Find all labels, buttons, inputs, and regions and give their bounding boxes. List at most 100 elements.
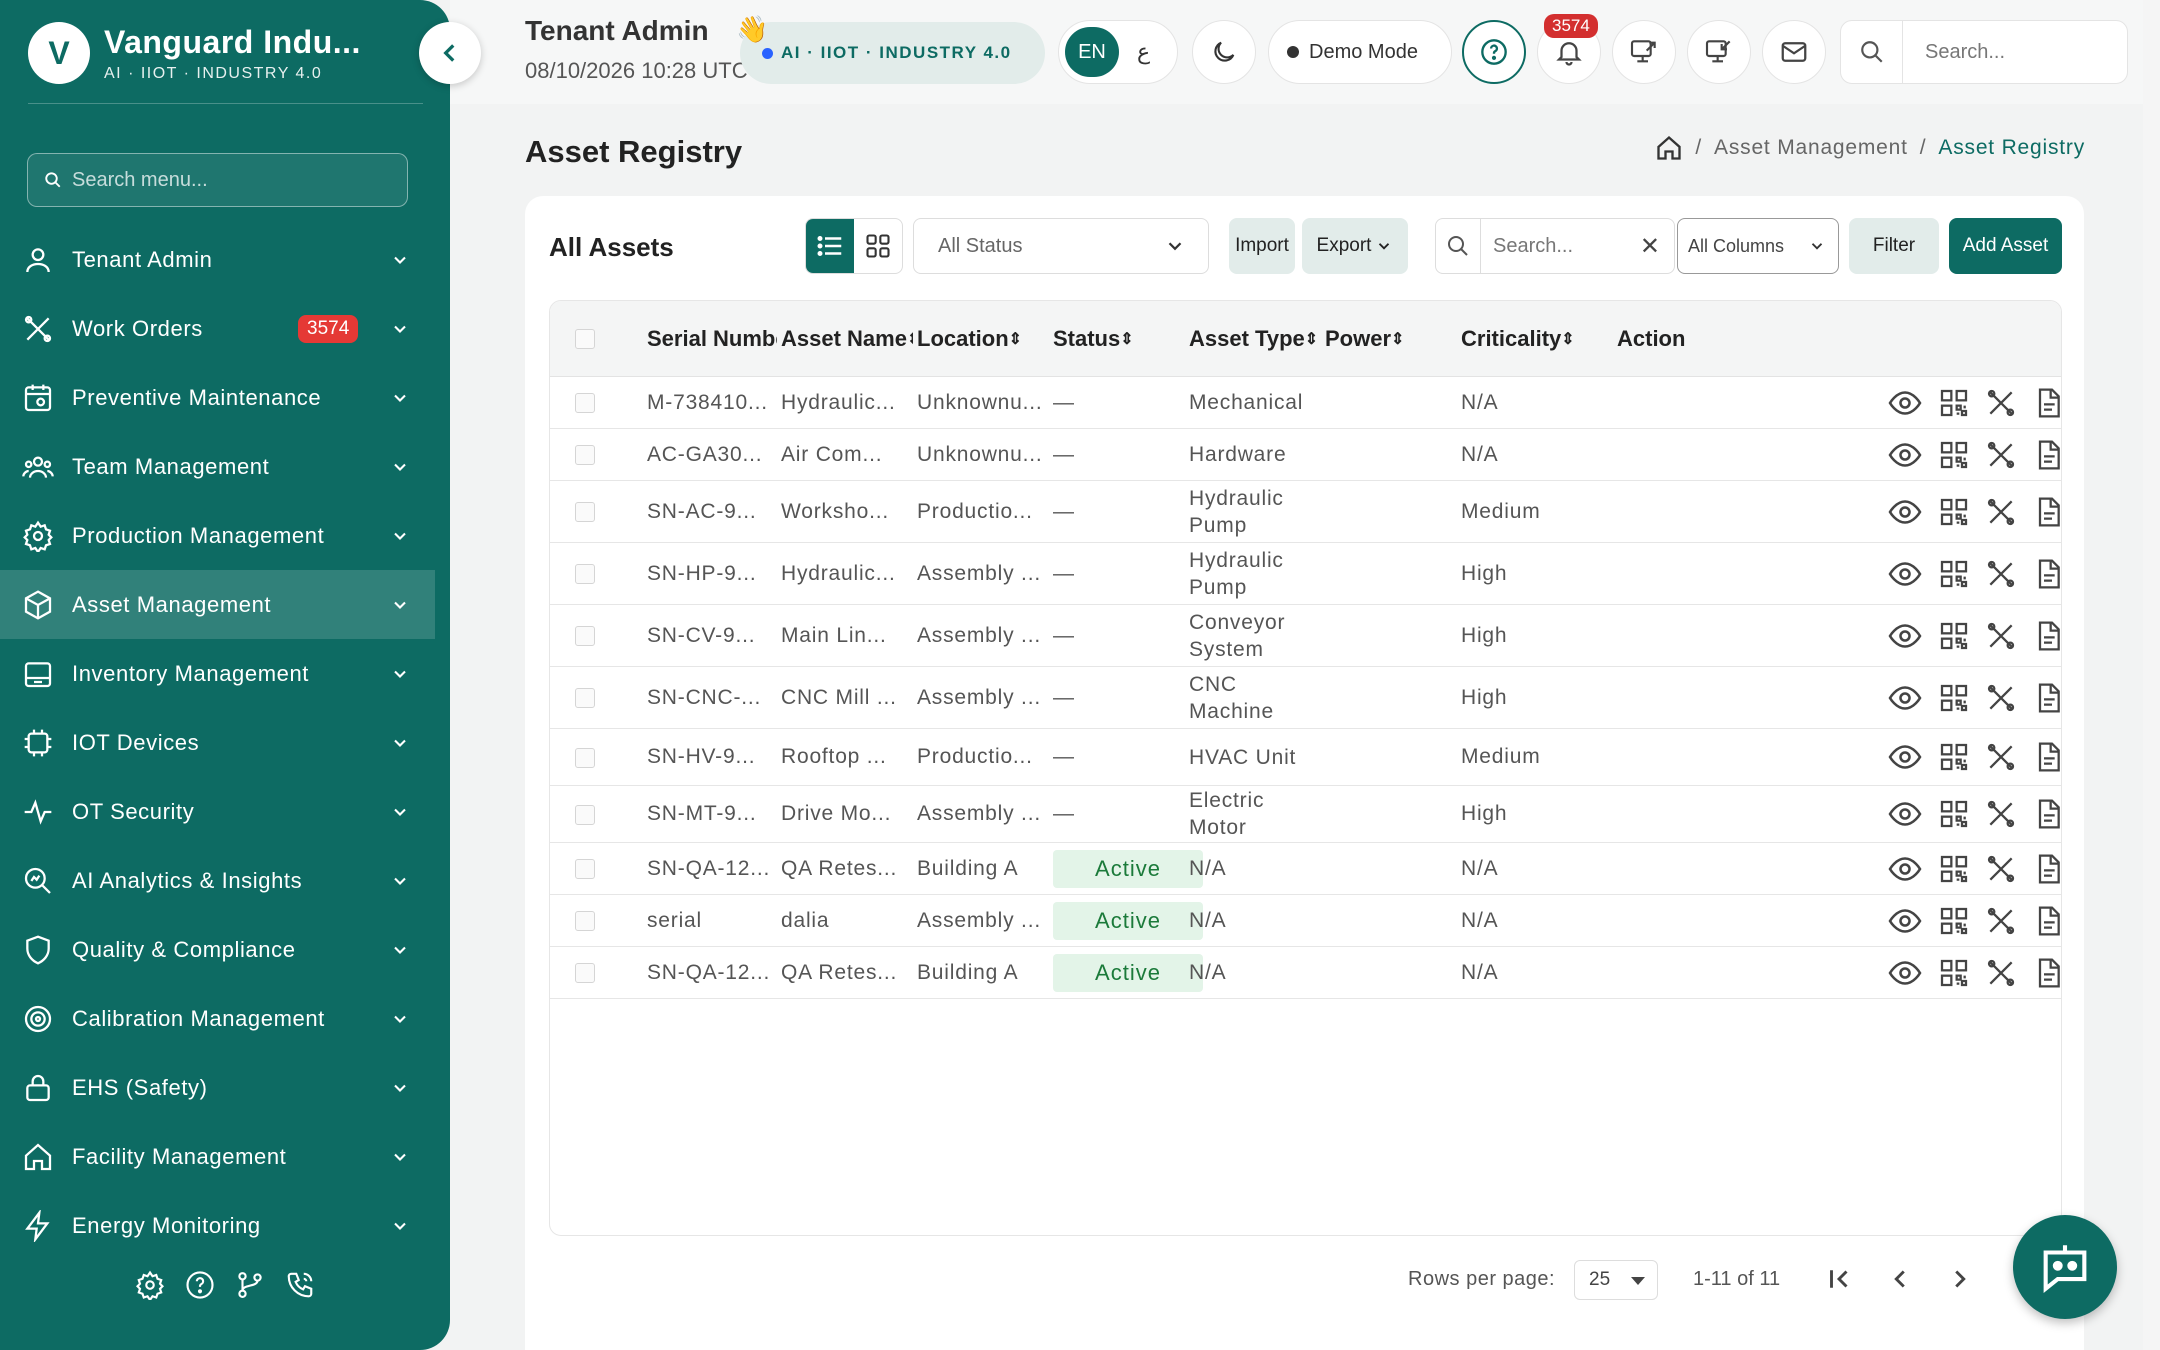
phone-icon[interactable] [285, 1270, 315, 1300]
table-row[interactable]: SN-QA-12... QA Retes... Building A Active N/… [550, 843, 2061, 895]
messages-button[interactable] [1762, 20, 1826, 84]
prev-page-icon[interactable] [1885, 1264, 1915, 1294]
lang-ar-button[interactable]: ع [1137, 39, 1150, 65]
sort-icon[interactable]: ⇕ [1561, 329, 1574, 349]
sidebar-item-inventory-management[interactable]: Inventory Management [0, 639, 435, 708]
table-row[interactable]: M-738410... Hydraulic... Unknownu... — Mecha… [550, 377, 2061, 429]
sort-icon[interactable]: ⇕ [1009, 329, 1022, 349]
document-icon[interactable] [2032, 682, 2062, 714]
sidebar-item-ehs-safety[interactable]: EHS (Safety) [0, 1053, 435, 1122]
eye-icon[interactable] [1887, 437, 1923, 473]
sort-icon[interactable]: ⇕ [1305, 329, 1318, 349]
row-checkbox[interactable] [575, 911, 595, 931]
tools-icon[interactable] [1985, 620, 2017, 652]
language-toggle[interactable]: EN ع [1058, 20, 1178, 84]
document-icon[interactable] [2032, 957, 2062, 989]
row-checkbox[interactable] [575, 393, 595, 413]
branch-icon[interactable] [235, 1270, 265, 1300]
row-checkbox[interactable] [575, 963, 595, 983]
eye-icon[interactable] [1887, 618, 1923, 654]
qr-code-icon[interactable] [1938, 620, 1970, 652]
home-icon[interactable] [1655, 134, 1683, 162]
tools-icon[interactable] [1985, 558, 2017, 590]
eye-icon[interactable] [1887, 556, 1923, 592]
table-row[interactable]: SN-HV-9... Rooftop ... Productio... — HVAC U… [550, 729, 2061, 786]
eye-icon[interactable] [1887, 955, 1923, 991]
screen-share-button[interactable] [1612, 20, 1676, 84]
column-header[interactable]: Asset Type ⇕ [1189, 301, 1319, 377]
qr-code-icon[interactable] [1938, 558, 1970, 590]
document-icon[interactable] [2032, 387, 2062, 419]
document-icon[interactable] [2032, 620, 2062, 652]
tools-icon[interactable] [1985, 905, 2017, 937]
columns-select[interactable]: All Columns [1677, 218, 1839, 274]
row-checkbox[interactable] [575, 502, 595, 522]
sidebar-item-facility-management[interactable]: Facility Management [0, 1122, 435, 1191]
document-icon[interactable] [2032, 798, 2062, 830]
table-search-input[interactable]: Search... ✕ [1435, 218, 1675, 274]
tools-icon[interactable] [1985, 957, 2017, 989]
row-checkbox[interactable] [575, 747, 595, 768]
chatbot-button[interactable] [2013, 1215, 2117, 1319]
column-header[interactable]: Serial Numbe [647, 301, 777, 377]
column-header[interactable]: Power ⇕ [1325, 301, 1455, 377]
column-header[interactable]: Asset Name ⇕ [781, 301, 913, 377]
document-icon[interactable] [2032, 496, 2062, 528]
next-page-icon[interactable] [1945, 1264, 1975, 1294]
export-button[interactable]: Export [1302, 218, 1408, 274]
document-icon[interactable] [2032, 741, 2062, 773]
page-scrollbar[interactable] [2143, 0, 2160, 1350]
table-row[interactable]: SN-MT-9... Drive Mo... Assembly ... — Electr… [550, 786, 2061, 843]
rows-per-page-select[interactable]: 25 [1574, 1260, 1658, 1300]
eye-icon[interactable] [1887, 796, 1923, 832]
sort-icon[interactable]: ⇕ [1391, 329, 1404, 349]
qr-code-icon[interactable] [1938, 496, 1970, 528]
column-header[interactable]: Status ⇕ [1053, 301, 1183, 377]
sidebar-item-team-management[interactable]: Team Management [0, 432, 435, 501]
document-icon[interactable] [2032, 558, 2062, 590]
help-button[interactable] [1462, 20, 1526, 84]
table-row[interactable]: SN-QA-12... QA Retes... Building A Active N/… [550, 947, 2061, 999]
eye-icon[interactable] [1887, 680, 1923, 716]
sidebar-item-calibration-management[interactable]: Calibration Management [0, 984, 435, 1053]
sidebar-item-ai-analytics-insights[interactable]: AI Analytics & Insights [0, 846, 435, 915]
qr-code-icon[interactable] [1938, 741, 1970, 773]
sidebar-item-tenant-admin[interactable]: Tenant Admin [0, 225, 435, 294]
help-icon[interactable] [185, 1270, 215, 1300]
table-row[interactable]: SN-AC-9... Worksho... Productio... — Hydraul… [550, 481, 2061, 543]
qr-code-icon[interactable] [1938, 957, 1970, 989]
sidebar-item-asset-management[interactable]: Asset Management [0, 570, 435, 639]
grid-view-button[interactable] [854, 219, 902, 273]
qr-code-icon[interactable] [1938, 798, 1970, 830]
brand[interactable]: V Vanguard Indu... AI · IIOT · INDUSTRY … [28, 22, 361, 84]
theme-toggle-button[interactable] [1192, 20, 1256, 84]
first-page-icon[interactable] [1824, 1264, 1854, 1294]
sidebar-item-quality-compliance[interactable]: Quality & Compliance [0, 915, 435, 984]
eye-icon[interactable] [1887, 851, 1923, 887]
sidebar-item-production-management[interactable]: Production Management [0, 501, 435, 570]
list-view-button[interactable] [806, 219, 854, 273]
lang-en-button[interactable]: EN [1065, 27, 1119, 77]
table-row[interactable]: AC-GA30... Air Com... Unknownu... — Hardware… [550, 429, 2061, 481]
row-checkbox[interactable] [575, 804, 595, 825]
tools-icon[interactable] [1985, 798, 2017, 830]
tools-icon[interactable] [1985, 496, 2017, 528]
tools-icon[interactable] [1985, 853, 2017, 885]
qr-code-icon[interactable] [1938, 853, 1970, 885]
status-filter-select[interactable]: All Status [913, 218, 1209, 274]
table-row[interactable]: serial dalia Assembly ... Active N/A N/A [550, 895, 2061, 947]
tools-icon[interactable] [1985, 741, 2017, 773]
menu-search-input[interactable]: Search menu... [27, 153, 408, 207]
document-icon[interactable] [2032, 439, 2062, 471]
row-checkbox[interactable] [575, 564, 595, 584]
collapse-sidebar-button[interactable] [419, 22, 481, 84]
qr-code-icon[interactable] [1938, 682, 1970, 714]
qr-code-icon[interactable] [1938, 387, 1970, 419]
tools-icon[interactable] [1985, 682, 2017, 714]
sort-icon[interactable]: ⇕ [1120, 329, 1133, 349]
select-all-checkbox[interactable] [575, 329, 595, 349]
eye-icon[interactable] [1887, 739, 1923, 775]
row-checkbox[interactable] [575, 859, 595, 879]
sidebar-item-work-orders[interactable]: Work Orders 3574 [0, 294, 435, 363]
demo-mode-button[interactable]: Demo Mode [1268, 20, 1452, 84]
